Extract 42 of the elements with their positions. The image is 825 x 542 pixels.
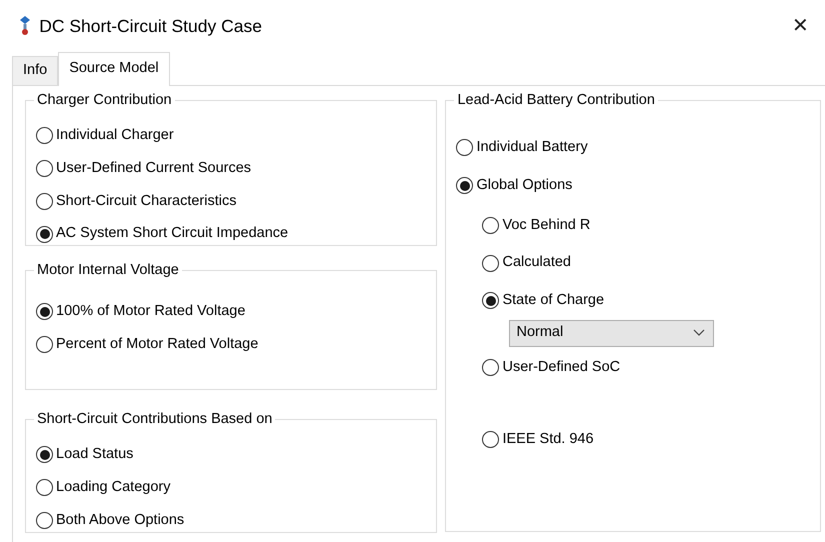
radio-option[interactable]: Loading Category [36,476,430,498]
radio-option[interactable]: State of Charge [482,290,814,312]
close-button[interactable]: ✕ [788,16,813,36]
radio-button[interactable] [36,479,53,496]
group-title: Motor Internal Voltage [34,261,182,279]
radio-option[interactable]: User-Defined SoC [482,356,814,378]
radio-option[interactable]: Percent of Motor Rated Voltage [36,334,430,356]
radio-button[interactable] [36,303,53,320]
radio-button[interactable] [456,139,474,156]
radio-option[interactable]: Load Status [36,444,430,466]
dropdown[interactable]: Normal [509,320,714,347]
radio-button[interactable] [482,430,500,448]
radio-button[interactable] [482,254,500,272]
radio-option[interactable]: Both Above Options [36,510,430,532]
radio-option[interactable]: AC System Short Circuit Impedance [36,223,430,245]
radio-option[interactable]: Voc Behind R [482,214,814,236]
radio-button[interactable] [36,127,53,144]
radio-button[interactable] [36,336,53,354]
radio-option[interactable]: Global Options [456,174,814,196]
radio-button[interactable] [36,192,53,210]
group-title: Lead-Acid Battery Contribution [454,91,658,109]
radio-option[interactable]: Individual Battery [456,137,814,159]
radio-button[interactable] [36,226,53,243]
radio-button[interactable] [36,446,53,464]
radio-button[interactable] [36,160,53,178]
radio-option[interactable]: User-Defined Current Sources [36,158,430,180]
group-title: Charger Contribution [34,91,175,109]
radio-button[interactable] [482,359,500,376]
radio-button[interactable] [482,292,500,310]
tab[interactable]: Info [12,56,58,85]
window-title: DC Short-Circuit Study Case [39,14,262,38]
radio-button[interactable] [482,216,500,234]
radio-option[interactable]: 100% of Motor Rated Voltage [36,301,430,323]
chevron-icon [693,329,706,338]
radio-option[interactable]: Individual Charger [36,125,430,147]
radio-button[interactable] [456,177,474,194]
radio-option[interactable]: Calculated [482,252,814,274]
radio-option[interactable]: Short-Circuit Characteristics [36,190,430,212]
radio-button[interactable] [36,512,53,529]
tab[interactable]: Source Model [58,52,170,86]
app-icon [18,16,32,36]
radio-option[interactable]: IEEE Std. 946 [482,428,814,450]
